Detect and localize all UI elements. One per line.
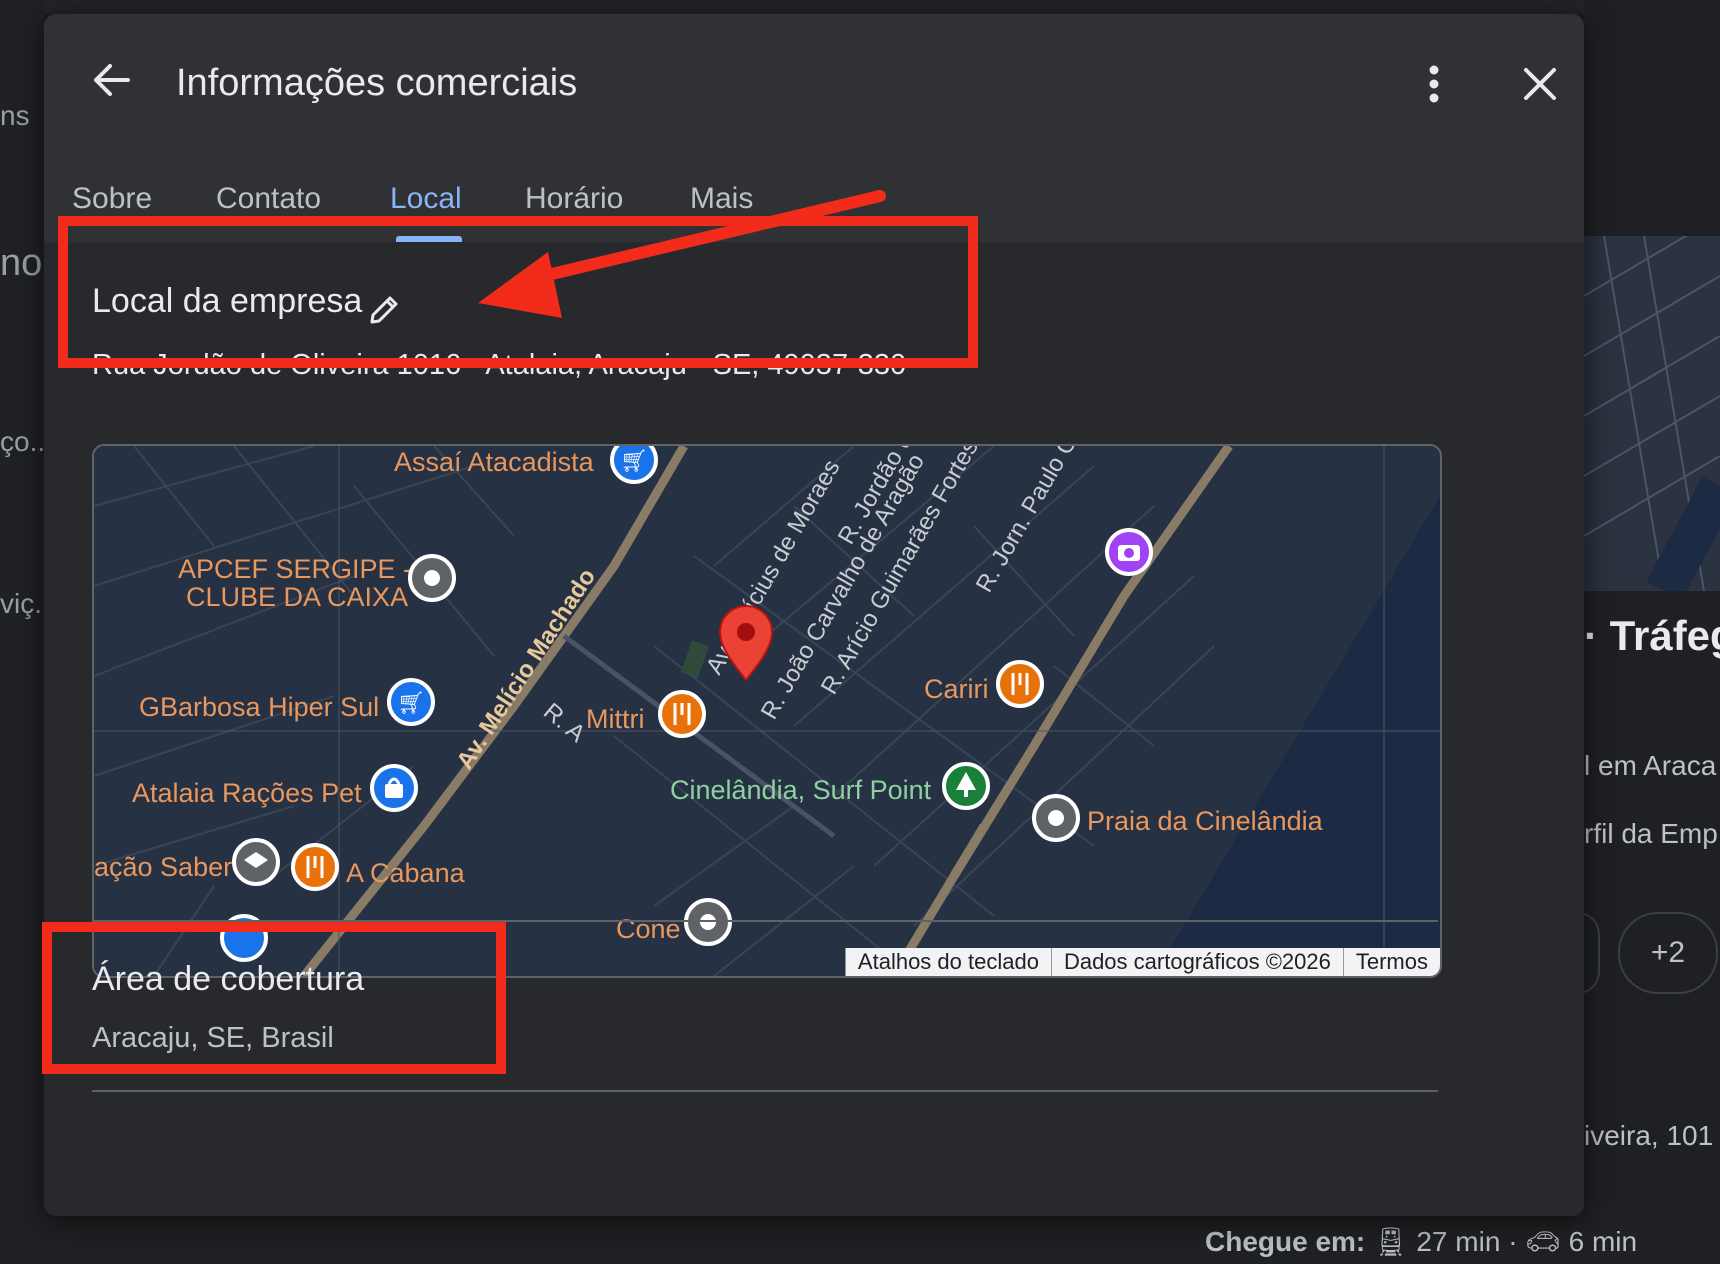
restaurant-icon [291,843,339,891]
background-heading: · Tráfeg [1584,612,1720,659]
travel-time-row: Chegue em: 🚆︎ 27 min · 🚗︎ 6 min [1205,1225,1637,1258]
pencil-icon [370,296,398,324]
street-label: R. Jorn. Paulo Cos [971,446,1095,597]
place-label: CLUBE DA CAIXA [186,582,408,612]
school-icon [232,838,280,886]
place-label: Cone [616,914,681,944]
tab-contato[interactable]: Contato [216,182,321,216]
place-label: A Cabana [346,858,466,888]
travel-label: Chegue em: [1205,1226,1366,1257]
background-map-thumbnail[interactable] [1584,236,1720,591]
background-fragment: no [0,242,43,284]
map-canvas: Av. Melício Machado Av. Vinícius de Mora… [94,446,1440,976]
coverage-area-value: Aracaju, SE, Brasil [92,1022,334,1054]
place-label: Praia da Cinelândia [1087,806,1324,836]
background-line: iveira, 101 [1584,1120,1714,1151]
tab-mais[interactable]: Mais [690,182,753,216]
place-label: APCEF SERGIPE - [178,554,412,584]
background-line: l em Araca [1584,750,1717,781]
section-divider [92,1090,1438,1092]
background-fragment: viç. [0,588,42,619]
edit-location-button[interactable] [360,286,408,334]
more-vert-icon [1429,65,1439,103]
dialog-title: Informações comerciais [176,62,578,104]
place-label: Mittri [586,704,644,734]
section-divider [92,920,1438,922]
active-tab-indicator [396,236,462,242]
background-left-panel [0,0,44,1264]
cart-icon: 🛒︎ [387,678,435,726]
business-location-heading: Local da empresa [92,282,363,320]
place-label: Cariri [924,674,989,704]
pin-icon [684,898,732,946]
terms-link[interactable]: Termos [1342,948,1440,976]
more-options-button[interactable] [1406,52,1462,116]
partial-marker-icon [220,914,268,962]
background-line: rfil da Emp [1584,818,1718,849]
tree-icon [942,762,990,810]
business-address: Rua Jordão de Oliveira 1016 - Atalaia, A… [92,349,907,381]
drive-time: 6 min [1568,1226,1638,1257]
street-label: Av. Melício Machado [451,564,601,774]
map-attribution: Atalhos do teclado Dados cartográficos ©… [844,948,1440,976]
place-label: Atalaia Rações Pet [132,778,362,808]
coverage-area-heading: Área de cobertura [92,960,365,998]
shopping-bag-icon [370,764,418,812]
map-data-label: Dados cartográficos ©2026 [1050,948,1343,976]
background-fragment: ns [0,100,30,131]
pin-icon [1032,794,1080,842]
place-label: Cinelândia, Surf Point [670,775,932,805]
business-info-dialog: Informações comerciais Sobre Contato Loc… [44,14,1584,1216]
svg-text:🛒︎: 🛒︎ [397,690,425,715]
tab-horario[interactable]: Horário [525,182,623,216]
restaurant-icon [996,660,1044,708]
arrow-left-icon [94,64,130,96]
close-icon [1524,68,1556,100]
cart-icon: 🛒︎ [610,446,658,484]
place-label: Assaí Atacadista [394,447,595,477]
place-label: GBarbosa Hiper Sul [139,692,379,722]
background-top-bar [0,0,1720,14]
svg-text:🛒︎: 🛒︎ [620,448,648,473]
more-chip[interactable]: +2 [1618,912,1718,994]
street-label: R. A [538,698,590,748]
tab-sobre[interactable]: Sobre [72,182,152,216]
close-button[interactable] [1508,52,1572,116]
place-label: ação Saber [94,852,232,882]
keyboard-shortcuts-link[interactable]: Atalhos do teclado [844,948,1051,976]
transit-icon: 🚆︎ [1373,1226,1409,1257]
tab-local[interactable]: Local [390,182,462,216]
background-fragment: ço.. [0,426,46,457]
restaurant-icon [658,690,706,738]
transit-time: 27 min [1416,1226,1501,1257]
camera-icon [1105,528,1153,576]
car-icon: 🚗︎ [1525,1226,1561,1257]
pin-icon [408,554,456,602]
separator: · [1508,1226,1518,1257]
location-map[interactable]: Av. Melício Machado Av. Vinícius de Mora… [92,444,1442,978]
back-button[interactable] [80,48,144,112]
